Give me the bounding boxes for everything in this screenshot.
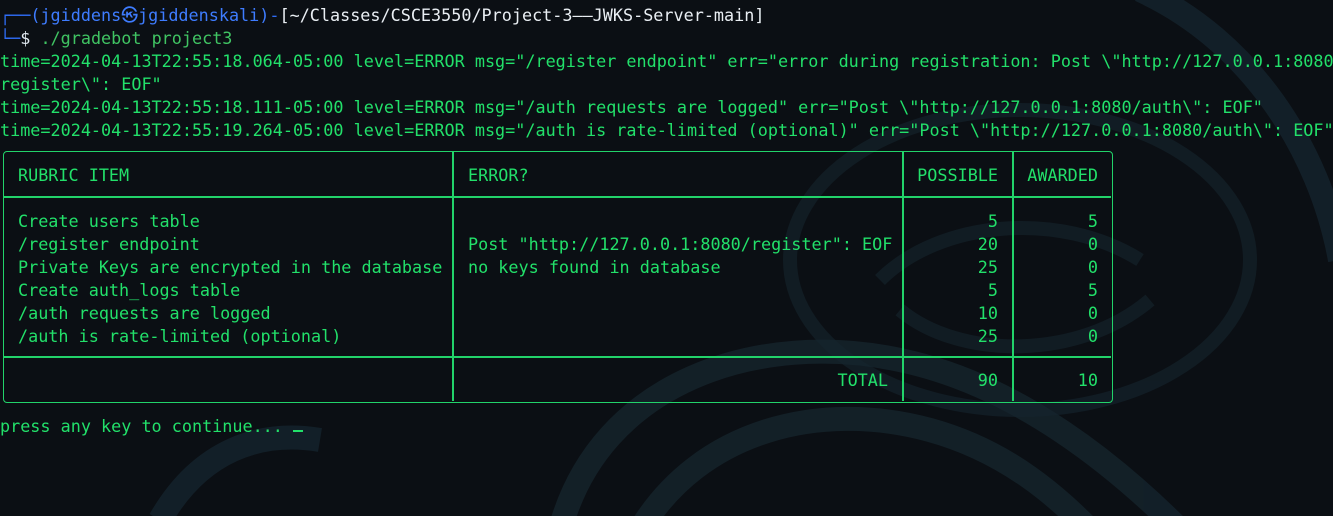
row-possible: 25 xyxy=(977,257,998,277)
command-line: └─$ ./gradebot project3 xyxy=(0,27,232,50)
prompt-frame-bottom: └─ xyxy=(0,28,21,48)
row-possible: 20 xyxy=(977,234,998,254)
row-awarded: 0 xyxy=(1087,234,1098,254)
header-error: ERROR? xyxy=(468,165,529,185)
log-line-wrap: register\": EOF" xyxy=(0,74,162,94)
row-possible: 5 xyxy=(987,280,998,300)
row-item: /auth is rate-limited (optional) xyxy=(18,326,342,346)
prompt-dollar: $ xyxy=(20,28,31,48)
log-line: time=2024-04-13T22:55:18.111-05:00 level… xyxy=(0,97,1263,117)
row-divider xyxy=(4,196,1111,198)
row-awarded: 0 xyxy=(1087,303,1098,323)
log-line: time=2024-04-13T22:55:18.064-05:00 level… xyxy=(0,51,1333,71)
row-possible: 5 xyxy=(987,211,998,231)
row-error: no keys found in database xyxy=(468,257,721,277)
row-possible: 25 xyxy=(977,326,998,346)
header-awarded: AWARDED xyxy=(1027,165,1098,185)
header-possible: POSSIBLE xyxy=(917,165,998,185)
row-awarded: 0 xyxy=(1087,257,1098,277)
terminal-window[interactable]: ┌──(jgiddens㉿jgiddenskali)-[~/Classes/CS… xyxy=(0,0,1333,516)
log-line: time=2024-04-13T22:55:19.264-05:00 level… xyxy=(0,120,1333,140)
row-item: /auth requests are logged xyxy=(18,303,271,323)
row-item: Private Keys are encrypted in the databa… xyxy=(18,257,443,277)
prompt-user-host: (jgiddens㉿jgiddenskali) xyxy=(30,5,270,25)
column-divider xyxy=(452,152,454,401)
total-label: TOTAL xyxy=(837,370,888,390)
prompt-header-line: ┌──(jgiddens㉿jgiddenskali)-[~/Classes/CS… xyxy=(0,4,764,27)
continue-prompt[interactable]: press any key to continue... xyxy=(0,415,303,438)
row-possible: 10 xyxy=(977,303,998,323)
row-awarded: 5 xyxy=(1087,211,1098,231)
rubric-table: RUBRIC ITEM ERROR? POSSIBLE AWARDED Crea… xyxy=(3,151,1113,403)
executed-command: ./gradebot project3 xyxy=(40,28,233,48)
continue-text: press any key to continue... xyxy=(0,416,283,436)
header-rubric-item: RUBRIC ITEM xyxy=(18,165,130,185)
prompt-dash: - xyxy=(269,5,280,25)
total-possible: 90 xyxy=(977,370,998,390)
row-error: Post "http://127.0.0.1:8080/register": E… xyxy=(468,234,893,254)
row-awarded: 5 xyxy=(1087,280,1098,300)
row-item: /register endpoint xyxy=(18,234,200,254)
total-awarded: 10 xyxy=(1077,370,1098,390)
prompt-frame-top: ┌── xyxy=(0,5,31,25)
row-divider xyxy=(4,356,1111,358)
text-cursor xyxy=(293,430,303,432)
row-item: Create auth_logs table xyxy=(18,280,241,300)
row-item: Create users table xyxy=(18,211,200,231)
prompt-working-directory: [~/Classes/CSCE3550/Project-3——JWKS-Serv… xyxy=(279,5,765,25)
row-awarded: 0 xyxy=(1087,326,1098,346)
